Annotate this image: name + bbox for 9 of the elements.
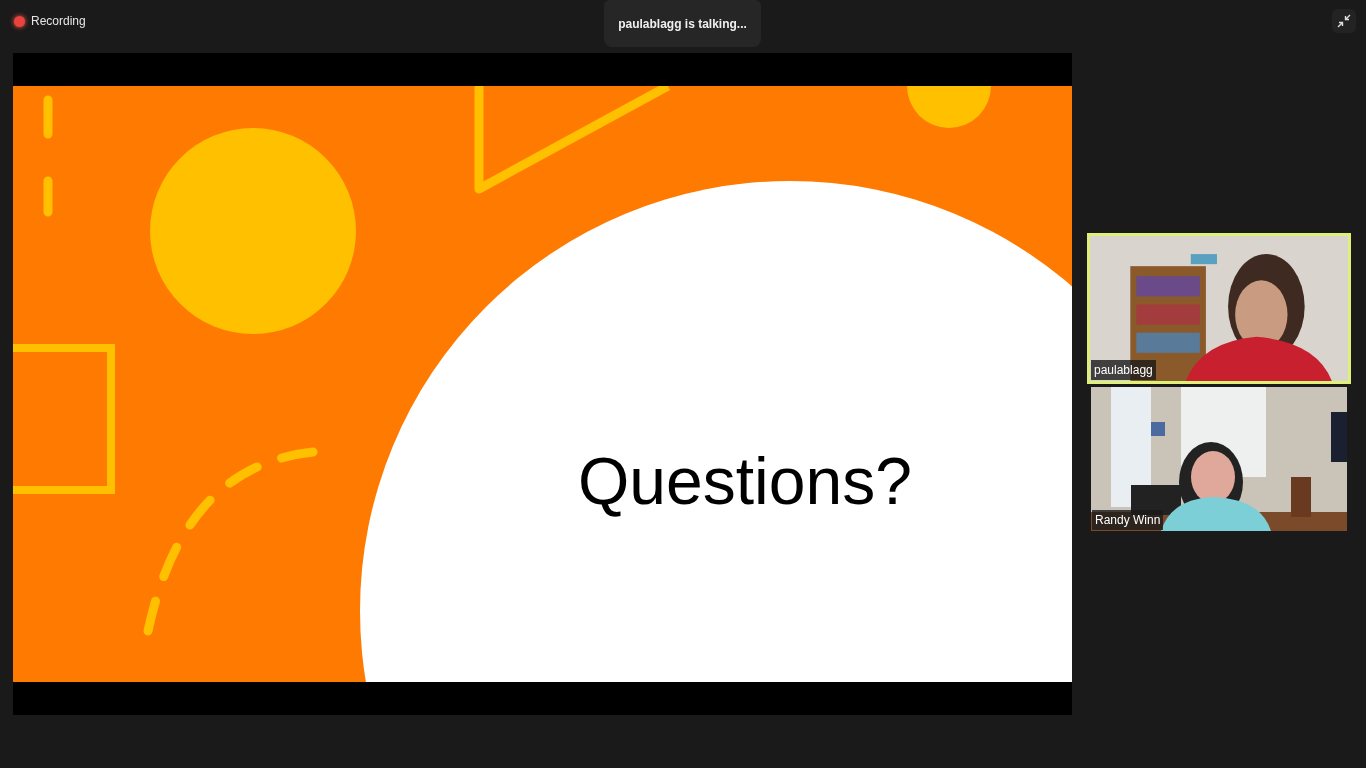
participant-name: paulablagg	[1091, 360, 1156, 380]
participant-name: Randy Winn	[1092, 510, 1164, 530]
recording-label: Recording	[31, 13, 86, 30]
participant-video-tile[interactable]: Randy Winn	[1091, 387, 1347, 531]
exit-fullscreen-icon	[1337, 14, 1351, 28]
recording-icon	[14, 15, 25, 27]
exit-fullscreen-button[interactable]	[1332, 9, 1356, 33]
participant-video-tile[interactable]: paulablagg	[1087, 233, 1351, 384]
talking-banner: paulablagg is talking...	[604, 0, 761, 47]
